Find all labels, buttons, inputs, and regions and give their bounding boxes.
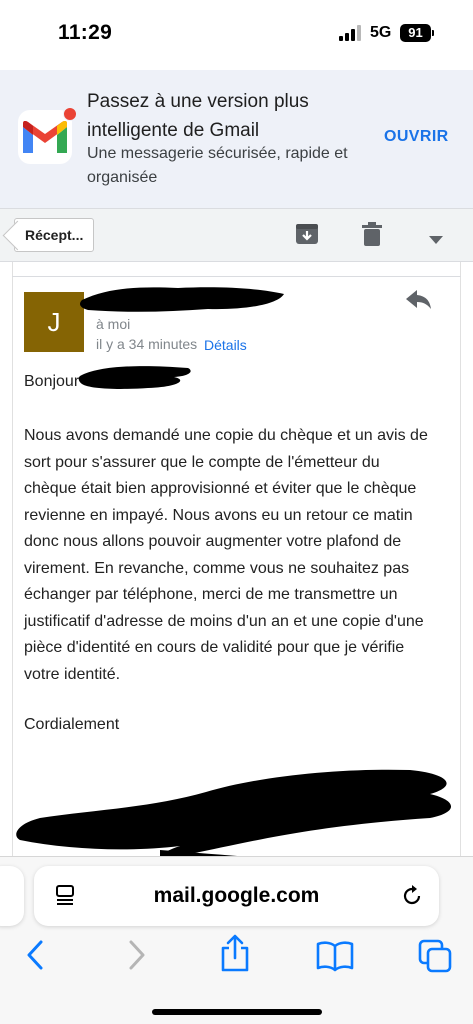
more-dropdown-icon[interactable] xyxy=(429,231,443,249)
bookmarks-icon[interactable] xyxy=(316,940,354,977)
trash-icon[interactable] xyxy=(361,222,383,251)
greeting-text: Bonjour xyxy=(24,373,80,390)
gmail-app-banner: Passez à une version plus intelligente d… xyxy=(0,70,473,208)
reload-icon[interactable] xyxy=(400,884,424,913)
home-indicator xyxy=(152,1009,322,1015)
cellular-signal-icon xyxy=(339,25,363,41)
banner-subtitle: Une messagerie sécurisée, rapide et orga… xyxy=(87,145,348,186)
archive-icon[interactable] xyxy=(295,222,319,251)
back-icon[interactable] xyxy=(24,938,46,977)
open-app-button[interactable]: OUVRIR xyxy=(384,128,449,146)
status-bar: 11:29 5G 91 xyxy=(0,0,473,70)
url-text: mail.google.com xyxy=(153,884,320,907)
recipient-line: à moi xyxy=(96,316,131,332)
previous-tab-preview[interactable] xyxy=(0,866,24,926)
back-to-inbox-button[interactable]: Récept... xyxy=(14,218,95,252)
email-body: Nous avons demandé une copie du chèque e… xyxy=(24,427,428,683)
tabs-icon[interactable] xyxy=(418,939,452,978)
battery-tip xyxy=(432,30,434,36)
details-link[interactable]: Détails xyxy=(204,337,247,353)
reply-icon[interactable] xyxy=(406,290,432,315)
divider xyxy=(12,276,461,277)
forward-icon[interactable] xyxy=(126,938,148,977)
notification-dot-icon xyxy=(63,107,77,121)
message-toolbar: Récept... xyxy=(0,208,473,262)
network-type: 5G xyxy=(370,24,392,41)
sent-time: il y a 34 minutes xyxy=(96,336,198,352)
banner-title: Passez à une version plus intelligente d… xyxy=(87,91,309,141)
recipient-name-redacted xyxy=(78,362,196,397)
back-to-inbox-label: Récept... xyxy=(25,227,84,243)
status-time: 11:29 xyxy=(58,21,113,44)
email-signoff: Cordialement xyxy=(24,716,120,733)
battery-icon: 91 xyxy=(400,24,431,42)
sender-avatar: J xyxy=(24,292,84,352)
share-icon[interactable] xyxy=(219,934,251,977)
address-bar[interactable]: mail.google.com xyxy=(34,866,439,926)
